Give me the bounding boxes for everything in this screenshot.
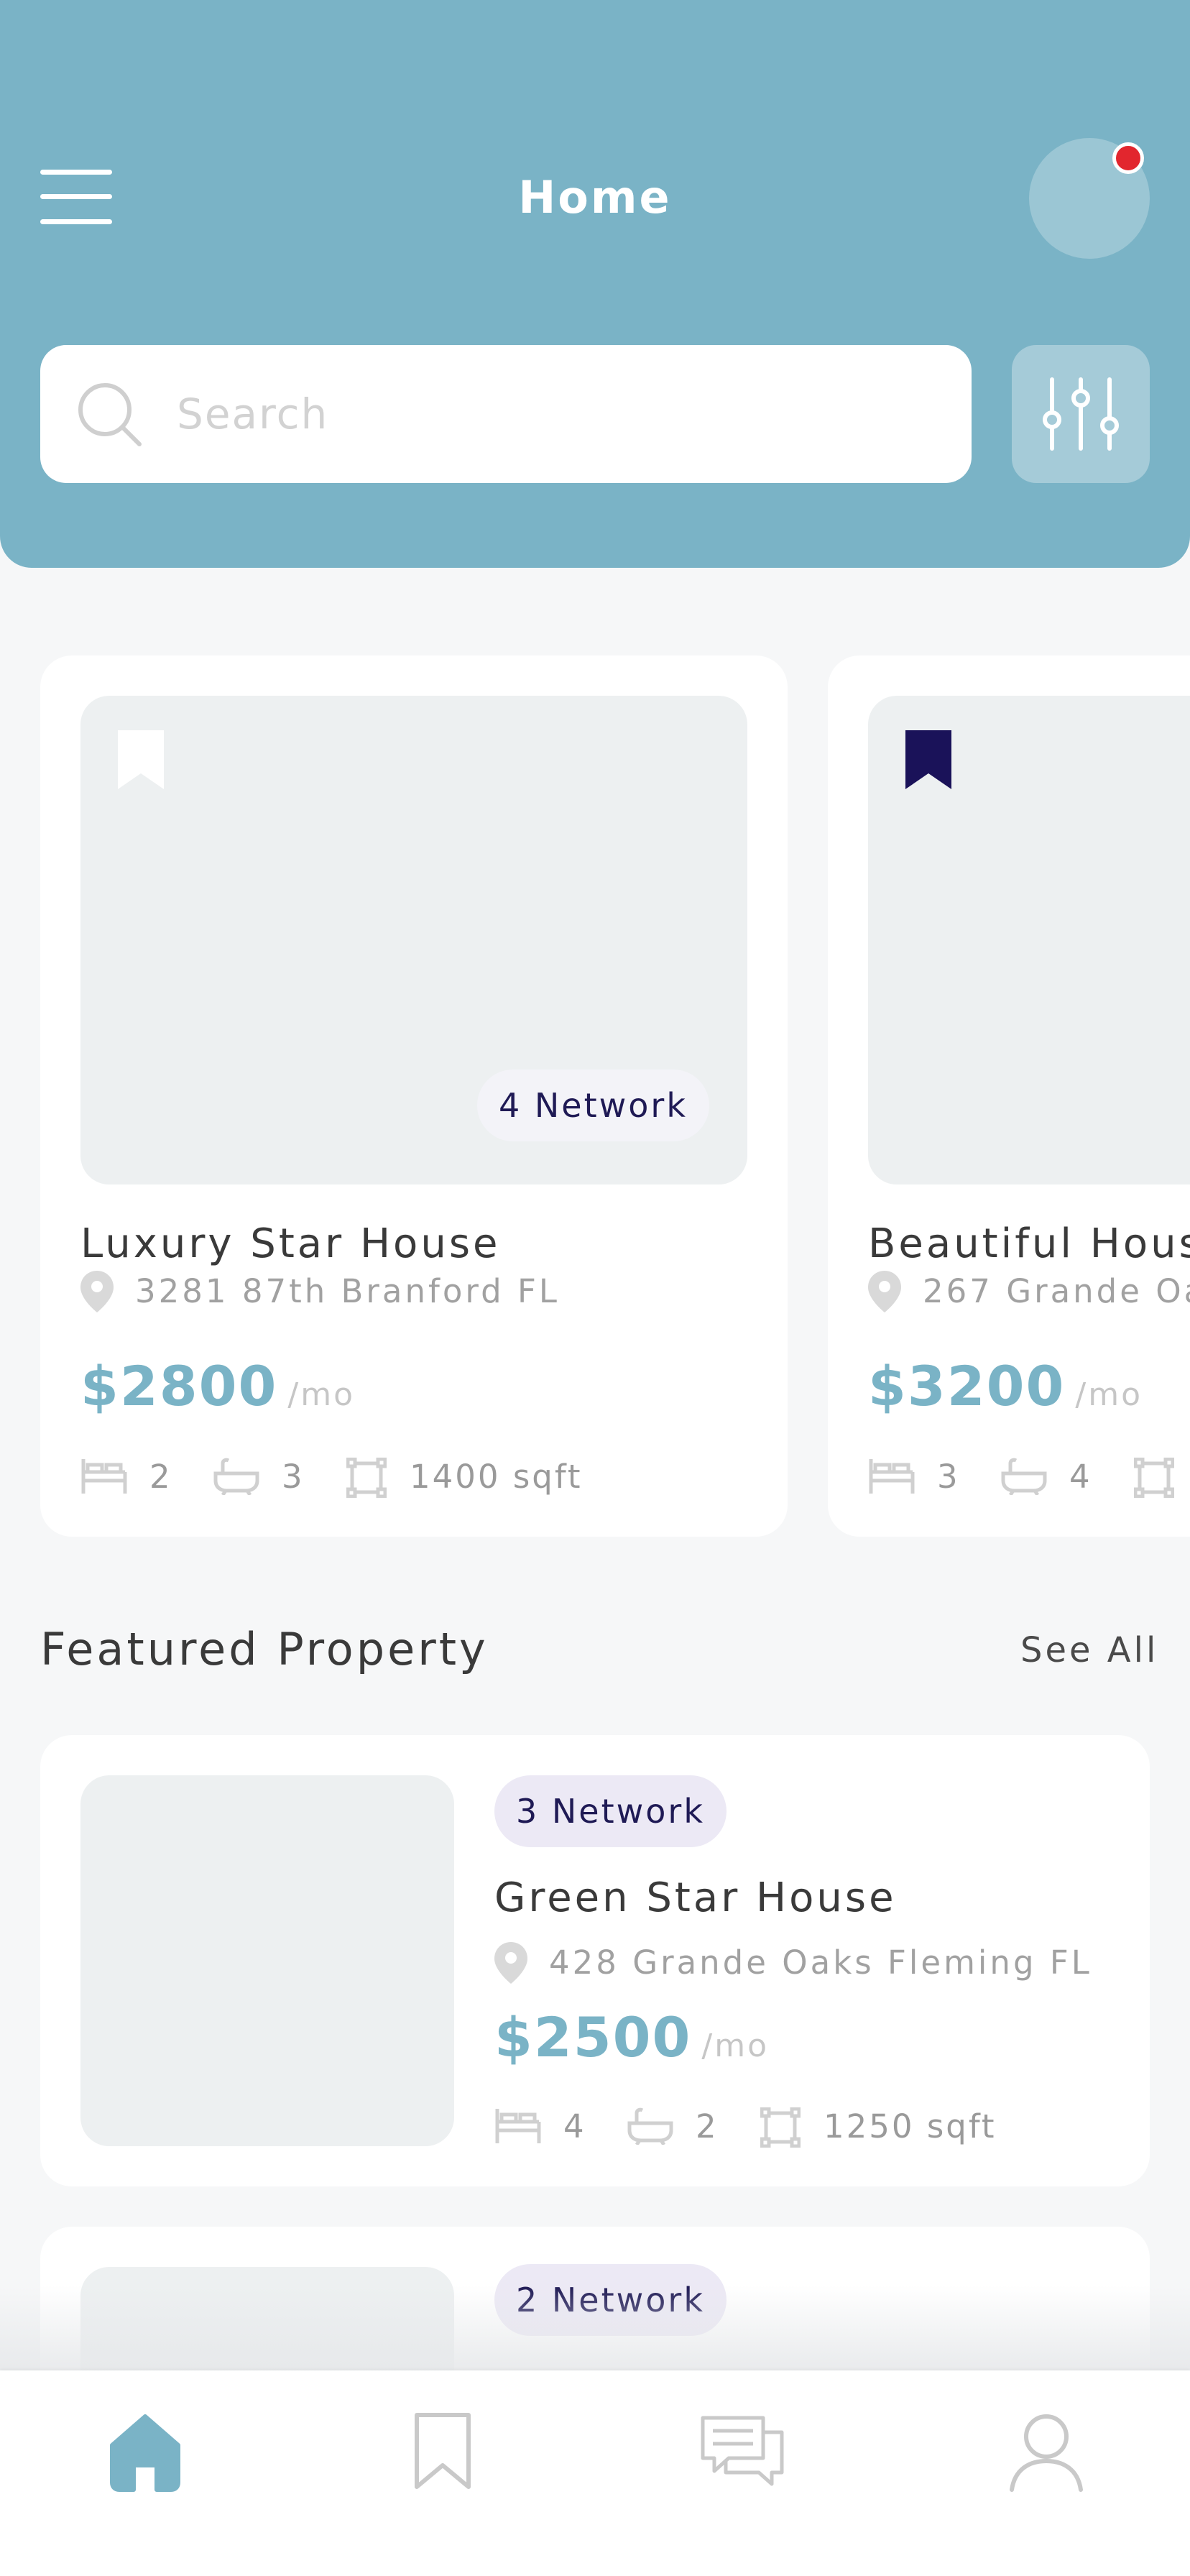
filter-button[interactable] xyxy=(1012,345,1150,483)
search-icon xyxy=(78,383,142,446)
price: $2500 xyxy=(494,2005,692,2069)
property-card[interactable]: 4 Network Luxury Star House 3281 87th Br… xyxy=(40,656,788,1537)
price: $3200 xyxy=(868,1354,1066,1418)
bookmark-icon[interactable] xyxy=(905,730,951,789)
sliders-icon xyxy=(1043,377,1119,451)
address-row: 3281 87th Branford FL xyxy=(80,1269,770,1312)
price-period: /mo xyxy=(701,2028,770,2064)
nav-messages[interactable] xyxy=(700,2408,786,2494)
bookmark-icon[interactable] xyxy=(118,730,164,789)
price-row: $2800/mo xyxy=(80,1354,355,1418)
property-title: Beautiful House xyxy=(868,1220,1190,1267)
location-pin-icon xyxy=(494,1942,527,1984)
bathtub-icon xyxy=(1001,1458,1047,1495)
bottom-navigation xyxy=(0,2370,1190,2576)
network-badge: 3 Network xyxy=(494,1775,727,1847)
property-title: Green Star House xyxy=(494,1874,897,1921)
see-all-link[interactable]: See All xyxy=(1020,1630,1158,1670)
address-text: 267 Grande Oaks xyxy=(923,1272,1190,1310)
bookmark-icon xyxy=(415,2413,471,2489)
home-icon xyxy=(110,2414,180,2492)
address-text: 3281 87th Branford FL xyxy=(135,1272,560,1310)
area-icon xyxy=(760,2107,801,2148)
nav-profile[interactable] xyxy=(1003,2408,1089,2494)
page-title: Home xyxy=(518,171,672,224)
notification-badge xyxy=(1112,142,1144,174)
scroll-fade xyxy=(0,2286,1190,2372)
address-row: 428 Grande Oaks Fleming FL xyxy=(494,1941,1141,1984)
bed-icon xyxy=(81,1459,127,1494)
property-stats: 2 3 1400 sqft xyxy=(80,1455,770,1498)
search-bar[interactable] xyxy=(40,345,972,483)
bathtub-icon xyxy=(213,1458,259,1495)
price: $2800 xyxy=(80,1354,278,1418)
network-badge: 4 Network xyxy=(477,1070,709,1141)
price-period: /mo xyxy=(287,1376,356,1413)
nav-home[interactable] xyxy=(102,2408,188,2494)
property-stats: 4 2 1250 sqft xyxy=(494,2104,1141,2148)
search-input[interactable] xyxy=(177,345,938,483)
bed-icon xyxy=(869,1459,915,1494)
location-pin-icon xyxy=(868,1271,901,1312)
nav-saved[interactable] xyxy=(400,2408,486,2494)
address-row: 267 Grande Oaks xyxy=(868,1269,1190,1312)
location-pin-icon xyxy=(80,1271,114,1312)
bed-icon xyxy=(495,2109,541,2143)
profile-icon xyxy=(1010,2414,1083,2492)
chat-icon xyxy=(701,2416,784,2486)
price-row: $3200/mo xyxy=(868,1354,1143,1418)
property-card[interactable]: Beautiful House 267 Grande Oaks $3200/mo… xyxy=(828,656,1190,1537)
section-title: Featured Property xyxy=(40,1623,489,1675)
area-icon xyxy=(1134,1458,1174,1498)
area-icon xyxy=(346,1458,387,1498)
bathtub-icon xyxy=(627,2107,673,2145)
featured-property-card[interactable]: 3 Network Green Star House 428 Grande Oa… xyxy=(40,1735,1150,2186)
price-period: /mo xyxy=(1075,1376,1143,1413)
price-row: $2500/mo xyxy=(494,2005,769,2069)
address-text: 428 Grande Oaks Fleming FL xyxy=(549,1944,1092,1982)
property-image xyxy=(80,1775,454,2146)
property-stats: 3 4 xyxy=(868,1455,1190,1498)
property-address xyxy=(80,1226,770,1269)
